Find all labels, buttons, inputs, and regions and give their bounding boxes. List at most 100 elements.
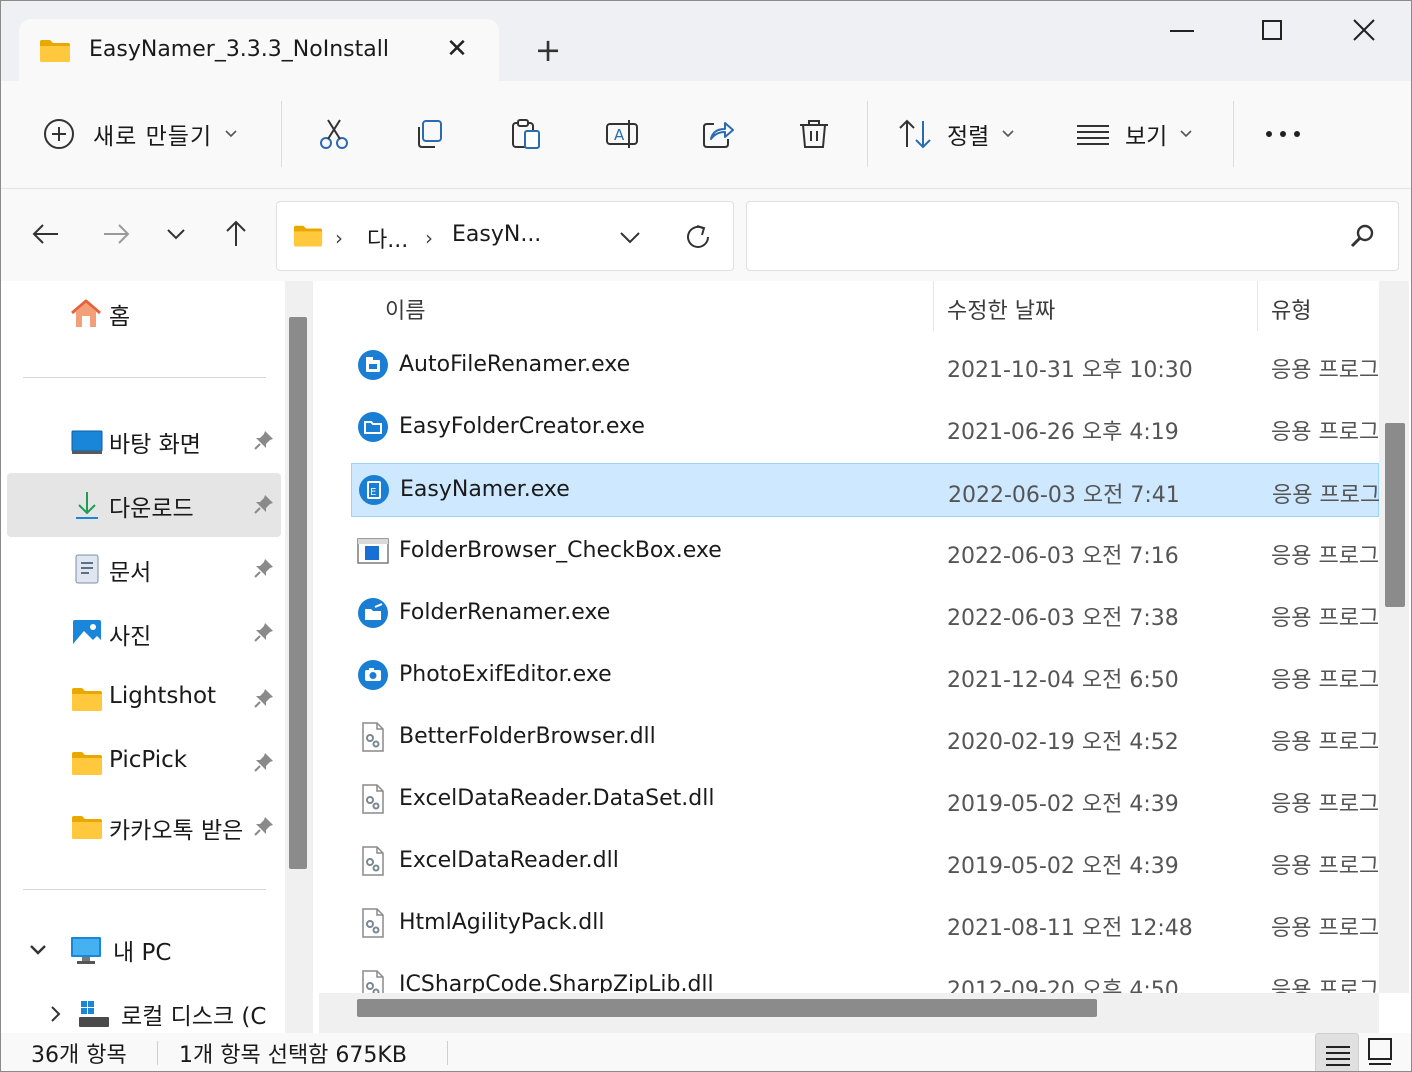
file-type: 응용 프로그램: [1271, 730, 1379, 755]
sort-button[interactable]: 정렬: [897, 117, 1015, 151]
file-row-easyfoldercreator[interactable]: EasyFolderCreator.exe 2021-06-26 오후 4:19…: [351, 401, 1379, 455]
file-row-easynamer[interactable]: E EasyNamer.exe 2022-06-03 오전 7:41 응용 프로…: [351, 463, 1379, 517]
file-row-folderrenamer[interactable]: FolderRenamer.exe 2022-06-03 오전 7:38 응용 …: [351, 587, 1379, 641]
sidebar-item-home[interactable]: 홈: [69, 297, 130, 331]
sidebar-item-downloads[interactable]: 다운로드: [7, 473, 281, 537]
file-row-htmlagilitypack[interactable]: HtmlAgilityPack.dll 2021-08-11 오전 12:48 …: [351, 897, 1379, 951]
tab-easynamer[interactable]: EasyNamer_3.3.3_NoInstall ✕: [19, 19, 499, 81]
maximize-button[interactable]: [1247, 11, 1297, 51]
file-row-sharpziplib[interactable]: ICSharpCode.SharpZipLib.dll 2012-09-20 오…: [351, 959, 1379, 993]
file-type: 응용 프로그램: [1271, 606, 1379, 631]
pin-icon[interactable]: [253, 621, 275, 643]
file-row-folderbrowser-checkbox[interactable]: FolderBrowser_CheckBox.exe 2022-06-03 오전…: [351, 525, 1379, 579]
search-input[interactable]: [759, 218, 1319, 254]
tab-close-button[interactable]: ✕: [443, 35, 471, 63]
file-type: 응용 프로그램: [1271, 978, 1379, 993]
sidebar-item-label: 바탕 화면: [109, 432, 201, 458]
svg-text:A: A: [614, 126, 625, 144]
pin-icon[interactable]: [253, 493, 275, 515]
file-date: 2020-02-19 오전 4:52: [947, 730, 1179, 755]
file-date: 2022-06-03 오전 7:38: [947, 606, 1179, 631]
file-name: AutoFileRenamer.exe: [399, 352, 631, 377]
back-arrow-icon[interactable]: [29, 217, 63, 251]
file-date: 2021-06-26 오후 4:19: [947, 420, 1179, 445]
column-header-name[interactable]: 이름: [385, 293, 425, 325]
app-icon: [358, 660, 388, 690]
minimize-button[interactable]: [1157, 11, 1207, 51]
folder-icon: [293, 225, 323, 247]
chevron-down-icon: [1002, 130, 1014, 138]
pin-icon[interactable]: [253, 429, 275, 451]
file-row-autofilerenamer[interactable]: AutoFileRenamer.exe 2021-10-31 오후 10:30 …: [351, 339, 1379, 393]
sidebar-item-label: 카카오톡 받은: [109, 818, 244, 844]
divider: [23, 889, 266, 890]
pin-icon[interactable]: [253, 815, 275, 837]
sidebar-item-pictures[interactable]: 사진: [7, 601, 281, 665]
refresh-icon[interactable]: [683, 222, 713, 252]
search-box[interactable]: [746, 201, 1399, 271]
new-tab-button[interactable]: +: [531, 33, 565, 67]
pin-icon[interactable]: [253, 751, 275, 773]
file-row-photoexifeditor[interactable]: PhotoExifEditor.exe 2021-12-04 오전 6:50 응…: [351, 649, 1379, 703]
address-bar[interactable]: › 다... › EasyN...: [276, 201, 734, 271]
new-button[interactable]: 새로 만들기: [43, 117, 238, 151]
column-divider[interactable]: [1257, 281, 1258, 331]
thumbnail-view-button[interactable]: [1361, 1033, 1405, 1071]
up-arrow-icon[interactable]: [219, 217, 253, 251]
column-header-date[interactable]: 수정한 날짜: [947, 293, 1055, 325]
delete-icon[interactable]: [797, 117, 831, 151]
chevron-right-icon[interactable]: [45, 999, 67, 1029]
sidebar-item-documents[interactable]: 문서: [7, 537, 281, 601]
file-list-vertical-scrollbar[interactable]: [1379, 281, 1409, 993]
sidebar-this-pc-label: 내 PC: [113, 940, 172, 966]
picture-icon: [73, 620, 101, 646]
column-divider[interactable]: [933, 281, 934, 331]
more-options-icon[interactable]: [1263, 117, 1303, 151]
file-date: 2012-09-20 오후 4:50: [947, 978, 1179, 993]
file-date: 2021-08-11 오전 12:48: [947, 916, 1193, 941]
file-type: 응용 프로그램: [1271, 668, 1379, 693]
cut-icon[interactable]: [317, 117, 351, 151]
rename-icon[interactable]: A: [605, 117, 639, 151]
paste-icon[interactable]: [509, 117, 543, 151]
file-date: 2022-06-03 오전 7:41: [948, 483, 1180, 508]
file-type: 응용 프로그램: [1271, 420, 1379, 445]
share-icon[interactable]: [701, 117, 735, 151]
breadcrumb-chevron-icon[interactable]: ›: [425, 226, 433, 250]
sidebar-item-lightshot[interactable]: Lightshot: [7, 667, 281, 731]
breadcrumb-chevron-icon[interactable]: ›: [335, 226, 343, 250]
new-button-label: 새로 만들기: [93, 124, 213, 150]
search-icon[interactable]: [1349, 222, 1377, 250]
recent-locations-chevron-icon[interactable]: [159, 217, 193, 251]
details-view-button[interactable]: [1315, 1033, 1359, 1071]
folder-icon: [40, 40, 70, 62]
pin-icon[interactable]: [253, 557, 275, 579]
horizontal-scrollbar-thumb[interactable]: [357, 999, 1097, 1017]
file-row-betterfolderbrowser[interactable]: BetterFolderBrowser.dll 2020-02-19 오전 4:…: [351, 711, 1379, 765]
sidebar-item-desktop[interactable]: 바탕 화면: [7, 409, 281, 473]
pin-icon[interactable]: [253, 687, 275, 709]
chevron-down-icon[interactable]: [617, 224, 643, 250]
sidebar-scrollbar-thumb[interactable]: [289, 317, 307, 869]
sidebar-item-kakaotalk[interactable]: 카카오톡 받은: [7, 795, 281, 859]
file-type: 응용 프로그램: [1271, 916, 1379, 941]
download-icon: [76, 492, 98, 519]
copy-icon[interactable]: [413, 117, 447, 151]
file-row-exceldatareader-dataset[interactable]: ExcelDataReader.DataSet.dll 2019-05-02 오…: [351, 773, 1379, 827]
file-row-exceldatareader[interactable]: ExcelDataReader.dll 2019-05-02 오전 4:39 응…: [351, 835, 1379, 889]
sidebar-home-label: 홈: [109, 304, 131, 330]
chevron-down-icon[interactable]: [23, 935, 53, 965]
desktop-icon: [71, 430, 103, 454]
forward-arrow-icon[interactable]: [99, 217, 133, 251]
file-type: 응용 프로그램: [1271, 854, 1379, 879]
vertical-scrollbar-thumb[interactable]: [1385, 423, 1405, 607]
column-header-type[interactable]: 유형: [1271, 293, 1311, 325]
close-window-button[interactable]: [1339, 11, 1389, 51]
sidebar-item-this-pc[interactable]: 내 PC: [23, 933, 171, 967]
breadcrumb-current-folder[interactable]: EasyN...: [452, 222, 541, 247]
sidebar-item-picpick[interactable]: PicPick: [7, 731, 281, 795]
breadcrumb-downloads[interactable]: 다...: [367, 222, 408, 254]
view-button[interactable]: 보기: [1075, 117, 1193, 151]
chevron-down-icon: [1180, 130, 1192, 138]
sidebar-item-local-disk[interactable]: 로컬 디스크 (C: [45, 997, 266, 1031]
